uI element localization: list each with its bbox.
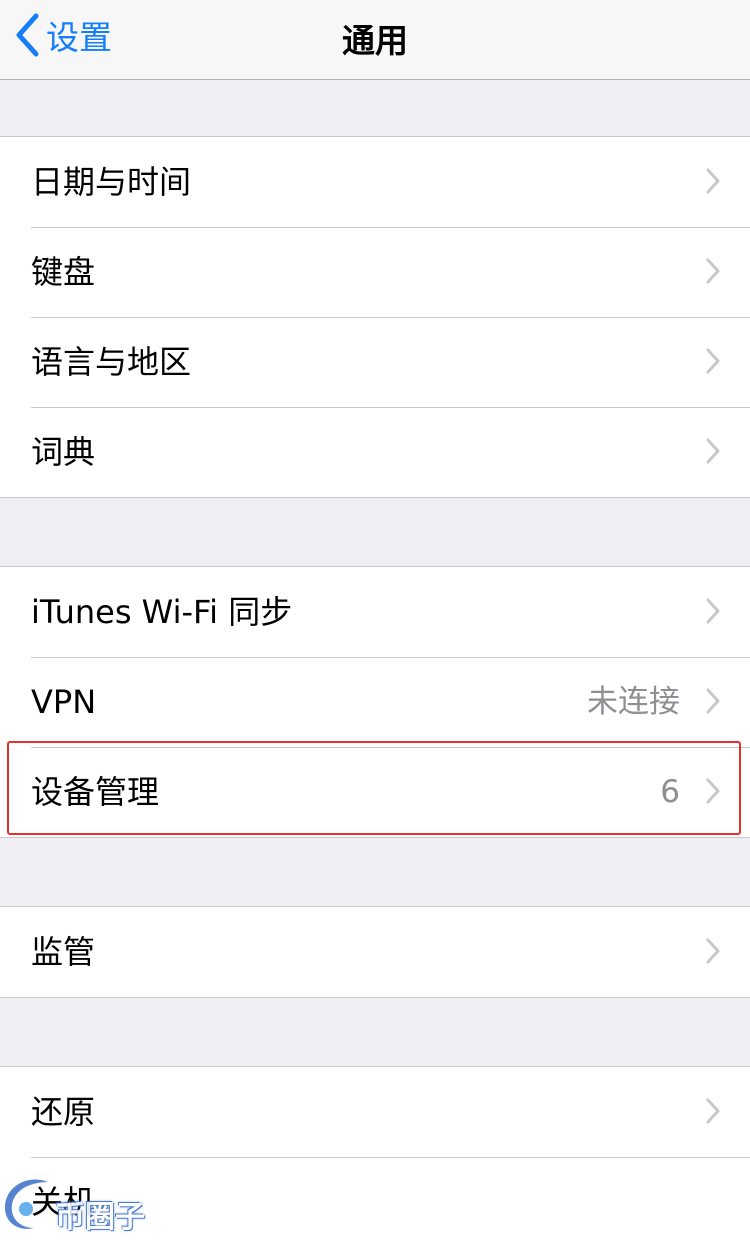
row-label: VPN: [31, 683, 97, 721]
settings-group-2: iTunes Wi-Fi 同步 VPN 未连接 设备管理 6: [0, 566, 750, 838]
row-label: 日期与时间: [31, 163, 192, 201]
row-supervision[interactable]: 监管: [0, 907, 750, 997]
row-vpn[interactable]: VPN 未连接: [0, 657, 750, 747]
navigation-bar: 设置 通用: [0, 0, 750, 80]
row-device-management[interactable]: 设备管理 6: [0, 747, 750, 837]
profile-count: 6: [660, 774, 680, 810]
row-label: 还原: [31, 1093, 96, 1131]
row-reset[interactable]: 还原: [0, 1067, 750, 1157]
chevron-right-icon: [706, 348, 720, 374]
chevron-right-icon: [706, 258, 720, 284]
vpn-status: 未连接: [587, 684, 680, 720]
settings-group-3: 监管: [0, 906, 750, 998]
settings-group-1: 日期与时间 键盘 语言与地区 词典: [0, 136, 750, 498]
chevron-right-icon: [706, 688, 720, 714]
chevron-right-icon: [706, 168, 720, 194]
row-language-region[interactable]: 语言与地区: [0, 317, 750, 407]
row-label: 设备管理: [31, 773, 160, 811]
settings-group-4: 还原 关机: [0, 1066, 750, 1247]
row-label: 语言与地区: [31, 343, 192, 381]
row-itunes-wifi-sync[interactable]: iTunes Wi-Fi 同步: [0, 567, 750, 657]
row-label: 关机: [31, 1183, 96, 1221]
page-title: 通用: [342, 21, 408, 60]
chevron-right-icon: [706, 778, 720, 804]
row-label: 键盘: [31, 253, 96, 291]
row-keyboard[interactable]: 键盘: [0, 227, 750, 317]
row-date-time[interactable]: 日期与时间: [0, 137, 750, 227]
chevron-right-icon: [706, 1098, 720, 1124]
chevron-right-icon: [706, 598, 720, 624]
chevron-right-icon: [706, 938, 720, 964]
row-dictionary[interactable]: 词典: [0, 407, 750, 497]
row-label: iTunes Wi-Fi 同步: [31, 593, 293, 631]
row-label: 词典: [31, 433, 96, 471]
row-label: 监管: [31, 933, 96, 971]
chevron-right-icon: [706, 438, 720, 464]
row-shut-down[interactable]: 关机: [0, 1157, 750, 1247]
